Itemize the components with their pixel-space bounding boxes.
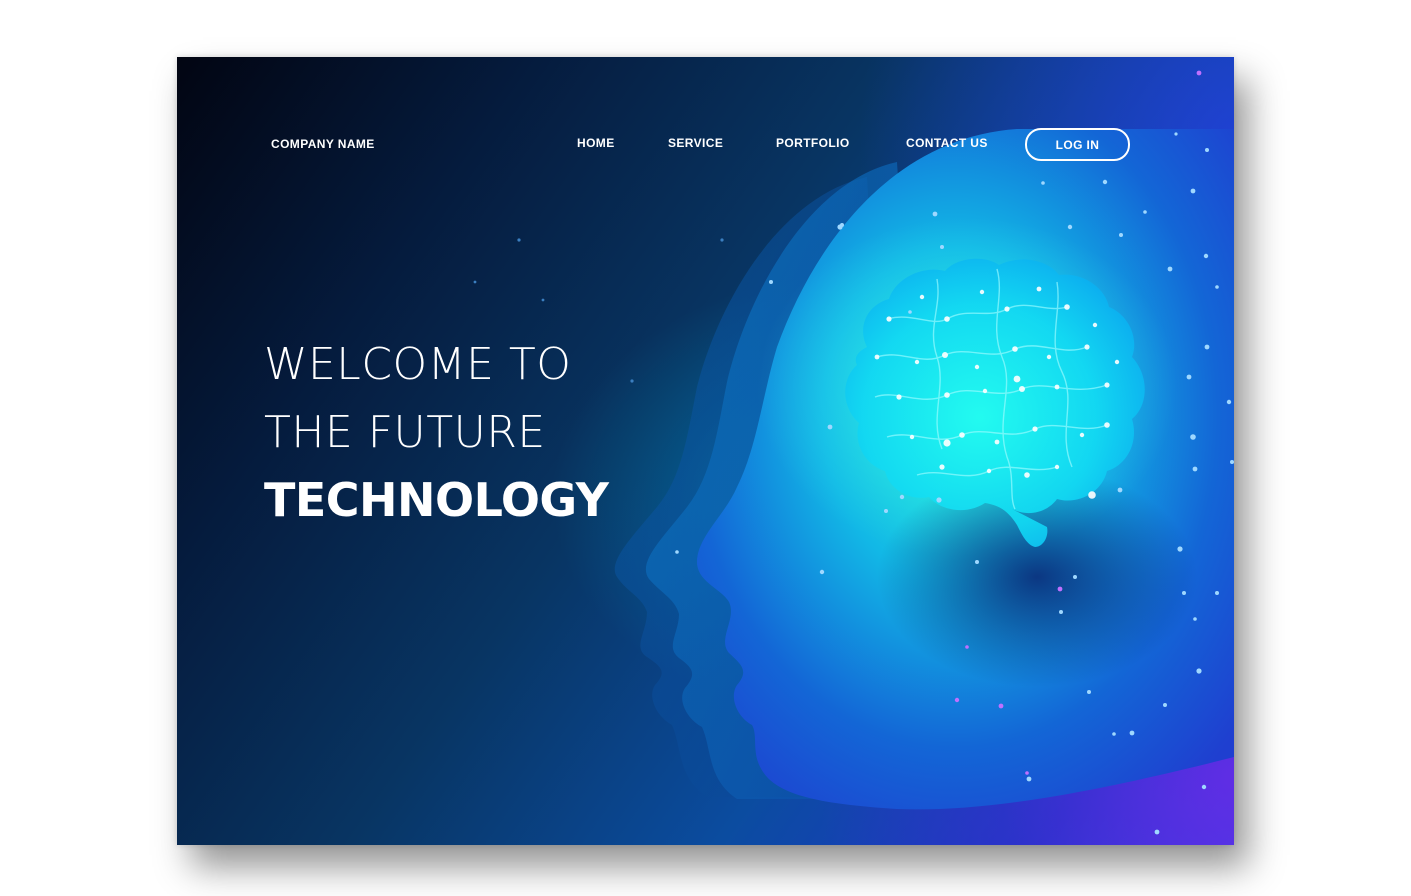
nav-home-link[interactable]: HOME bbox=[577, 136, 615, 150]
hero-title-line-2: THE FUTURE bbox=[264, 407, 546, 458]
page: COMPANY NAME HOME SERVICE PORTFOLIO CONT… bbox=[0, 0, 1411, 896]
hero-title-line-3: TECHNOLOGY bbox=[264, 473, 609, 527]
hero-title-line-1: WELCOME TO bbox=[264, 339, 572, 390]
landing-page-card: COMPANY NAME HOME SERVICE PORTFOLIO CONT… bbox=[177, 57, 1234, 845]
company-name: COMPANY NAME bbox=[271, 137, 375, 151]
nav-portfolio-link[interactable]: PORTFOLIO bbox=[776, 136, 850, 150]
login-button-label: LOG IN bbox=[1055, 137, 1100, 152]
nav-contact-us-link[interactable]: CONTACT US bbox=[906, 136, 988, 150]
nav-service-link[interactable]: SERVICE bbox=[668, 136, 723, 150]
login-button[interactable]: LOG IN bbox=[1025, 128, 1130, 161]
